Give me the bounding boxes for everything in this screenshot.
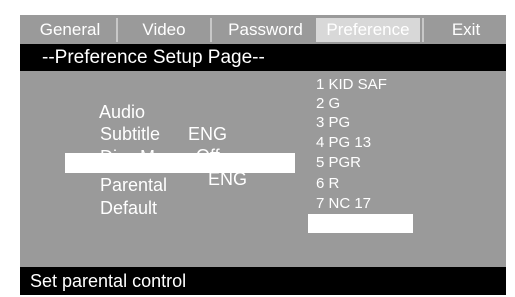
status-bar: Set parental control bbox=[20, 267, 506, 295]
menu-item-disc-menu[interactable]: Disc Menu ENG bbox=[70, 124, 247, 189]
rating-option[interactable]: 7 NC 17 bbox=[316, 194, 371, 213]
tab-preference[interactable]: Preference bbox=[316, 18, 420, 42]
rating-option[interactable]: 2 G bbox=[316, 94, 340, 113]
rating-option-selected[interactable]: 8 ADULT bbox=[308, 214, 413, 233]
tab-video[interactable]: Video bbox=[120, 18, 208, 42]
tab-divider bbox=[116, 18, 118, 42]
rating-option[interactable]: 3 PG bbox=[316, 113, 350, 132]
rating-option[interactable]: 1 KID SAF bbox=[316, 75, 387, 94]
menu-item-subtitle[interactable]: Subtitle Off bbox=[70, 101, 220, 166]
rating-option[interactable]: 4 PG 13 bbox=[316, 133, 371, 152]
menu-item-label: Default bbox=[100, 198, 158, 218]
settings-panel: Audio ENG Subtitle Off Disc Menu ENG Par… bbox=[20, 71, 506, 267]
tab-divider bbox=[422, 18, 424, 42]
menu-item-audio[interactable]: Audio ENG bbox=[70, 79, 227, 144]
page-title: --Preference Setup Page-- bbox=[42, 47, 265, 68]
tab-bar: General Video Password Preference Exit bbox=[20, 15, 506, 44]
menu-item-default[interactable]: Default bbox=[70, 175, 157, 218]
tab-exit[interactable]: Exit bbox=[426, 18, 506, 42]
rating-option[interactable]: 5 PGR bbox=[316, 153, 361, 172]
status-text: Set parental control bbox=[30, 271, 187, 291]
menu-item-value: ENG bbox=[188, 124, 228, 144]
rating-option[interactable]: 6 R bbox=[316, 174, 339, 193]
tab-divider bbox=[210, 18, 212, 42]
dvd-setup-screen: General Video Password Preference Exit -… bbox=[20, 15, 506, 295]
page-title-bar: --Preference Setup Page-- bbox=[20, 44, 506, 71]
tab-general[interactable]: General bbox=[26, 18, 114, 42]
menu-item-parental[interactable]: Parental bbox=[70, 152, 167, 195]
tab-password[interactable]: Password bbox=[217, 18, 314, 42]
